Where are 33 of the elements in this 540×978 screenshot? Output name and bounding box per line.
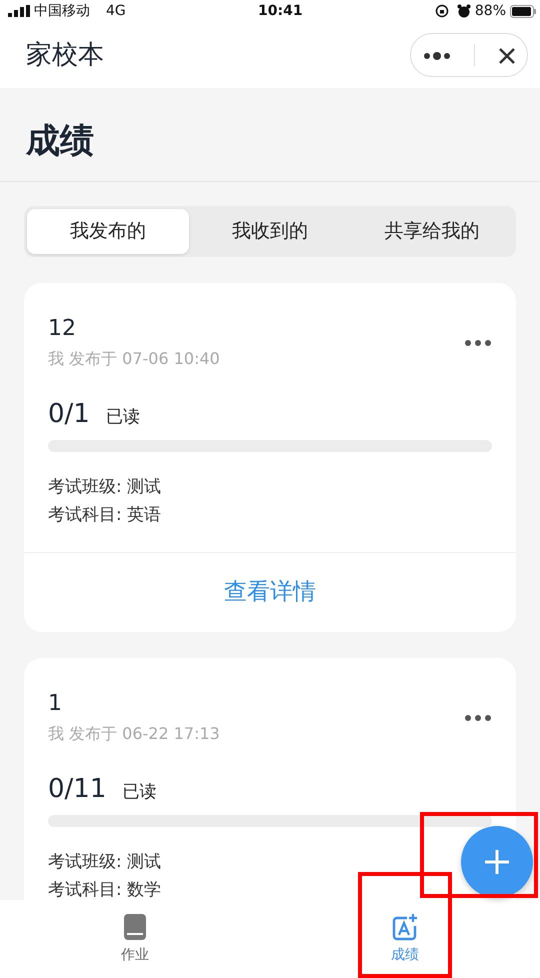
rotation-lock-icon	[434, 4, 449, 18]
read-label: 已读	[122, 780, 156, 804]
exam-info: 考试班级: 测试	[48, 476, 162, 498]
tab-bar-item[interactable]: 作业	[0, 900, 270, 978]
book-icon	[122, 912, 148, 940]
close-icon	[498, 46, 516, 65]
exam-info: 考试科目: 数学	[48, 878, 162, 900]
ellipsis-icon	[464, 714, 492, 722]
alarm-icon	[456, 4, 471, 18]
carrier-name: 中国移动	[34, 2, 90, 20]
segment-tab[interactable]: 我收到的	[189, 209, 351, 254]
record-title: 12	[48, 314, 77, 342]
publish-info: 我 发布于 06-22 17:13	[48, 722, 220, 744]
exam-info: 考试科目: 英语	[48, 504, 162, 526]
ellipsis-icon	[464, 339, 492, 348]
battery-icon	[510, 4, 536, 18]
clock-time: 10:41	[258, 2, 303, 20]
exam-info: 考试班级: 测试	[48, 850, 162, 874]
plus-icon	[483, 848, 511, 876]
read-label: 已读	[106, 406, 140, 428]
signal-icon	[8, 5, 30, 17]
network-type: 4G	[106, 2, 126, 20]
battery-percent: 88%	[474, 2, 506, 20]
read-count: 0/11	[48, 772, 106, 806]
publish-info: 我 发布于 07-06 10:40	[48, 348, 220, 370]
record-title: 1	[48, 690, 63, 718]
read-count: 0/1	[48, 398, 90, 430]
segment-tab[interactable]: 我发布的	[27, 209, 189, 254]
ellipsis-icon	[422, 50, 450, 61]
app-title: 家校本	[26, 38, 104, 72]
score-icon	[392, 912, 418, 940]
page-title: 成绩	[26, 121, 94, 161]
segment-tab[interactable]: 共享给我的	[351, 209, 513, 254]
